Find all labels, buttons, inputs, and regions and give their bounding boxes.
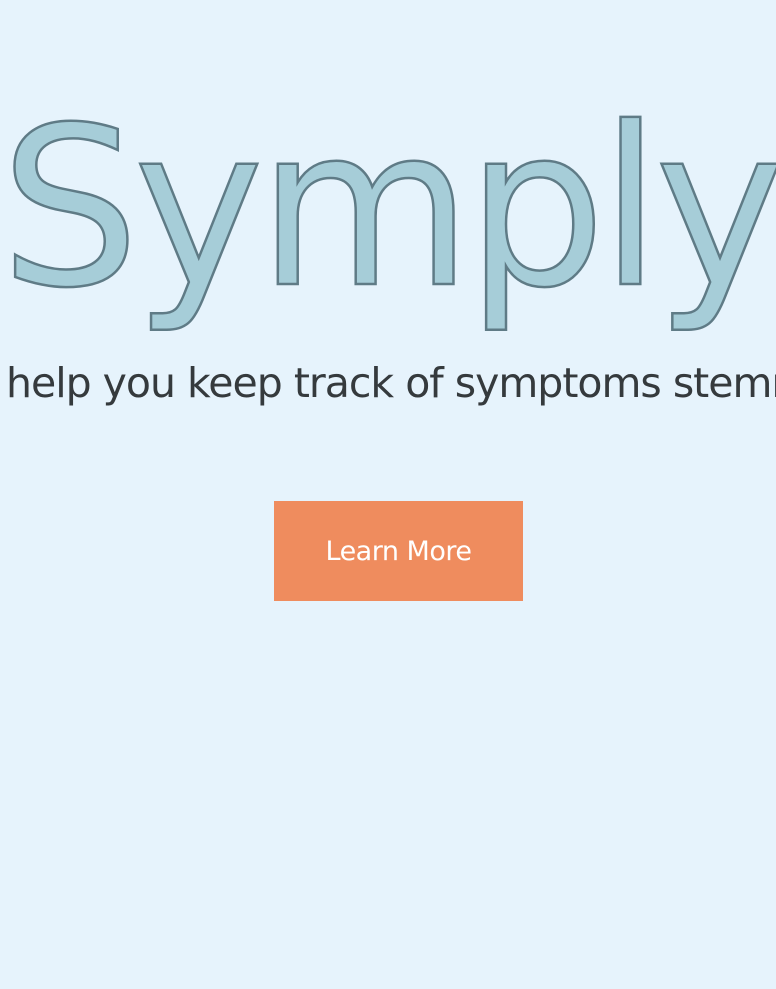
hero-tagline: help you keep track of symptoms stemr	[6, 359, 776, 407]
learn-more-button[interactable]: Learn More	[274, 501, 523, 601]
brand-title: Symply	[0, 80, 776, 336]
landing-page: Symply help you keep track of symptoms s…	[0, 0, 776, 989]
